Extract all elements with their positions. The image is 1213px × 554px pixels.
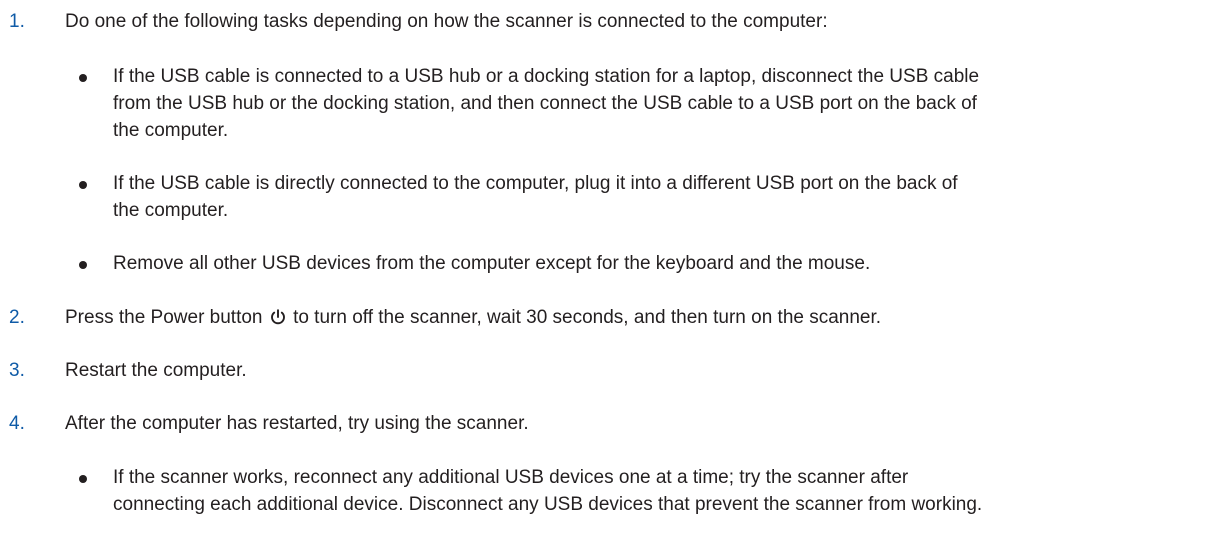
step-text: Press the Power button to turn off the s… — [65, 304, 1205, 331]
bullet-line: If the scanner works, reconnect any addi… — [113, 467, 909, 488]
step-text: Do one of the following tasks depending … — [65, 11, 828, 32]
step-number: 1. — [9, 11, 25, 32]
step-text-before-icon: Press the Power button — [65, 307, 263, 328]
bullet-text: If the scanner works, reconnect any addi… — [113, 464, 1205, 518]
bullet-line: the computer. — [113, 120, 229, 141]
bullet-line: the computer. — [113, 200, 229, 221]
bullet-line: If the USB cable is directly connected t… — [113, 173, 958, 194]
step-number: 3. — [9, 360, 25, 381]
bullet-dot-icon — [79, 475, 87, 483]
bullet-text: Remove all other USB devices from the co… — [113, 250, 1205, 277]
bullet-dot-icon — [79, 181, 87, 189]
bullet-dot-icon — [79, 261, 87, 269]
bullet-text: If the USB cable is directly connected t… — [113, 170, 1205, 224]
bullet-line: If the USB cable is connected to a USB h… — [113, 66, 980, 87]
instruction-document: 1. Do one of the following tasks dependi… — [0, 0, 1213, 554]
step-number: 4. — [9, 413, 25, 434]
bullet-line: connecting each additional device. Disco… — [113, 494, 983, 515]
power-icon — [270, 309, 285, 325]
step-text-after-icon: to turn off the scanner, wait 30 seconds… — [293, 307, 882, 328]
step-text: After the computer has restarted, try us… — [65, 413, 529, 434]
step-number: 2. — [9, 307, 25, 328]
bullet-line: Remove all other USB devices from the co… — [113, 253, 871, 274]
bullet-line: from the USB hub or the docking station,… — [113, 93, 977, 114]
bullet-text: If the USB cable is connected to a USB h… — [113, 63, 1205, 144]
step-text: Restart the computer. — [65, 360, 247, 381]
bullet-dot-icon — [79, 74, 87, 82]
